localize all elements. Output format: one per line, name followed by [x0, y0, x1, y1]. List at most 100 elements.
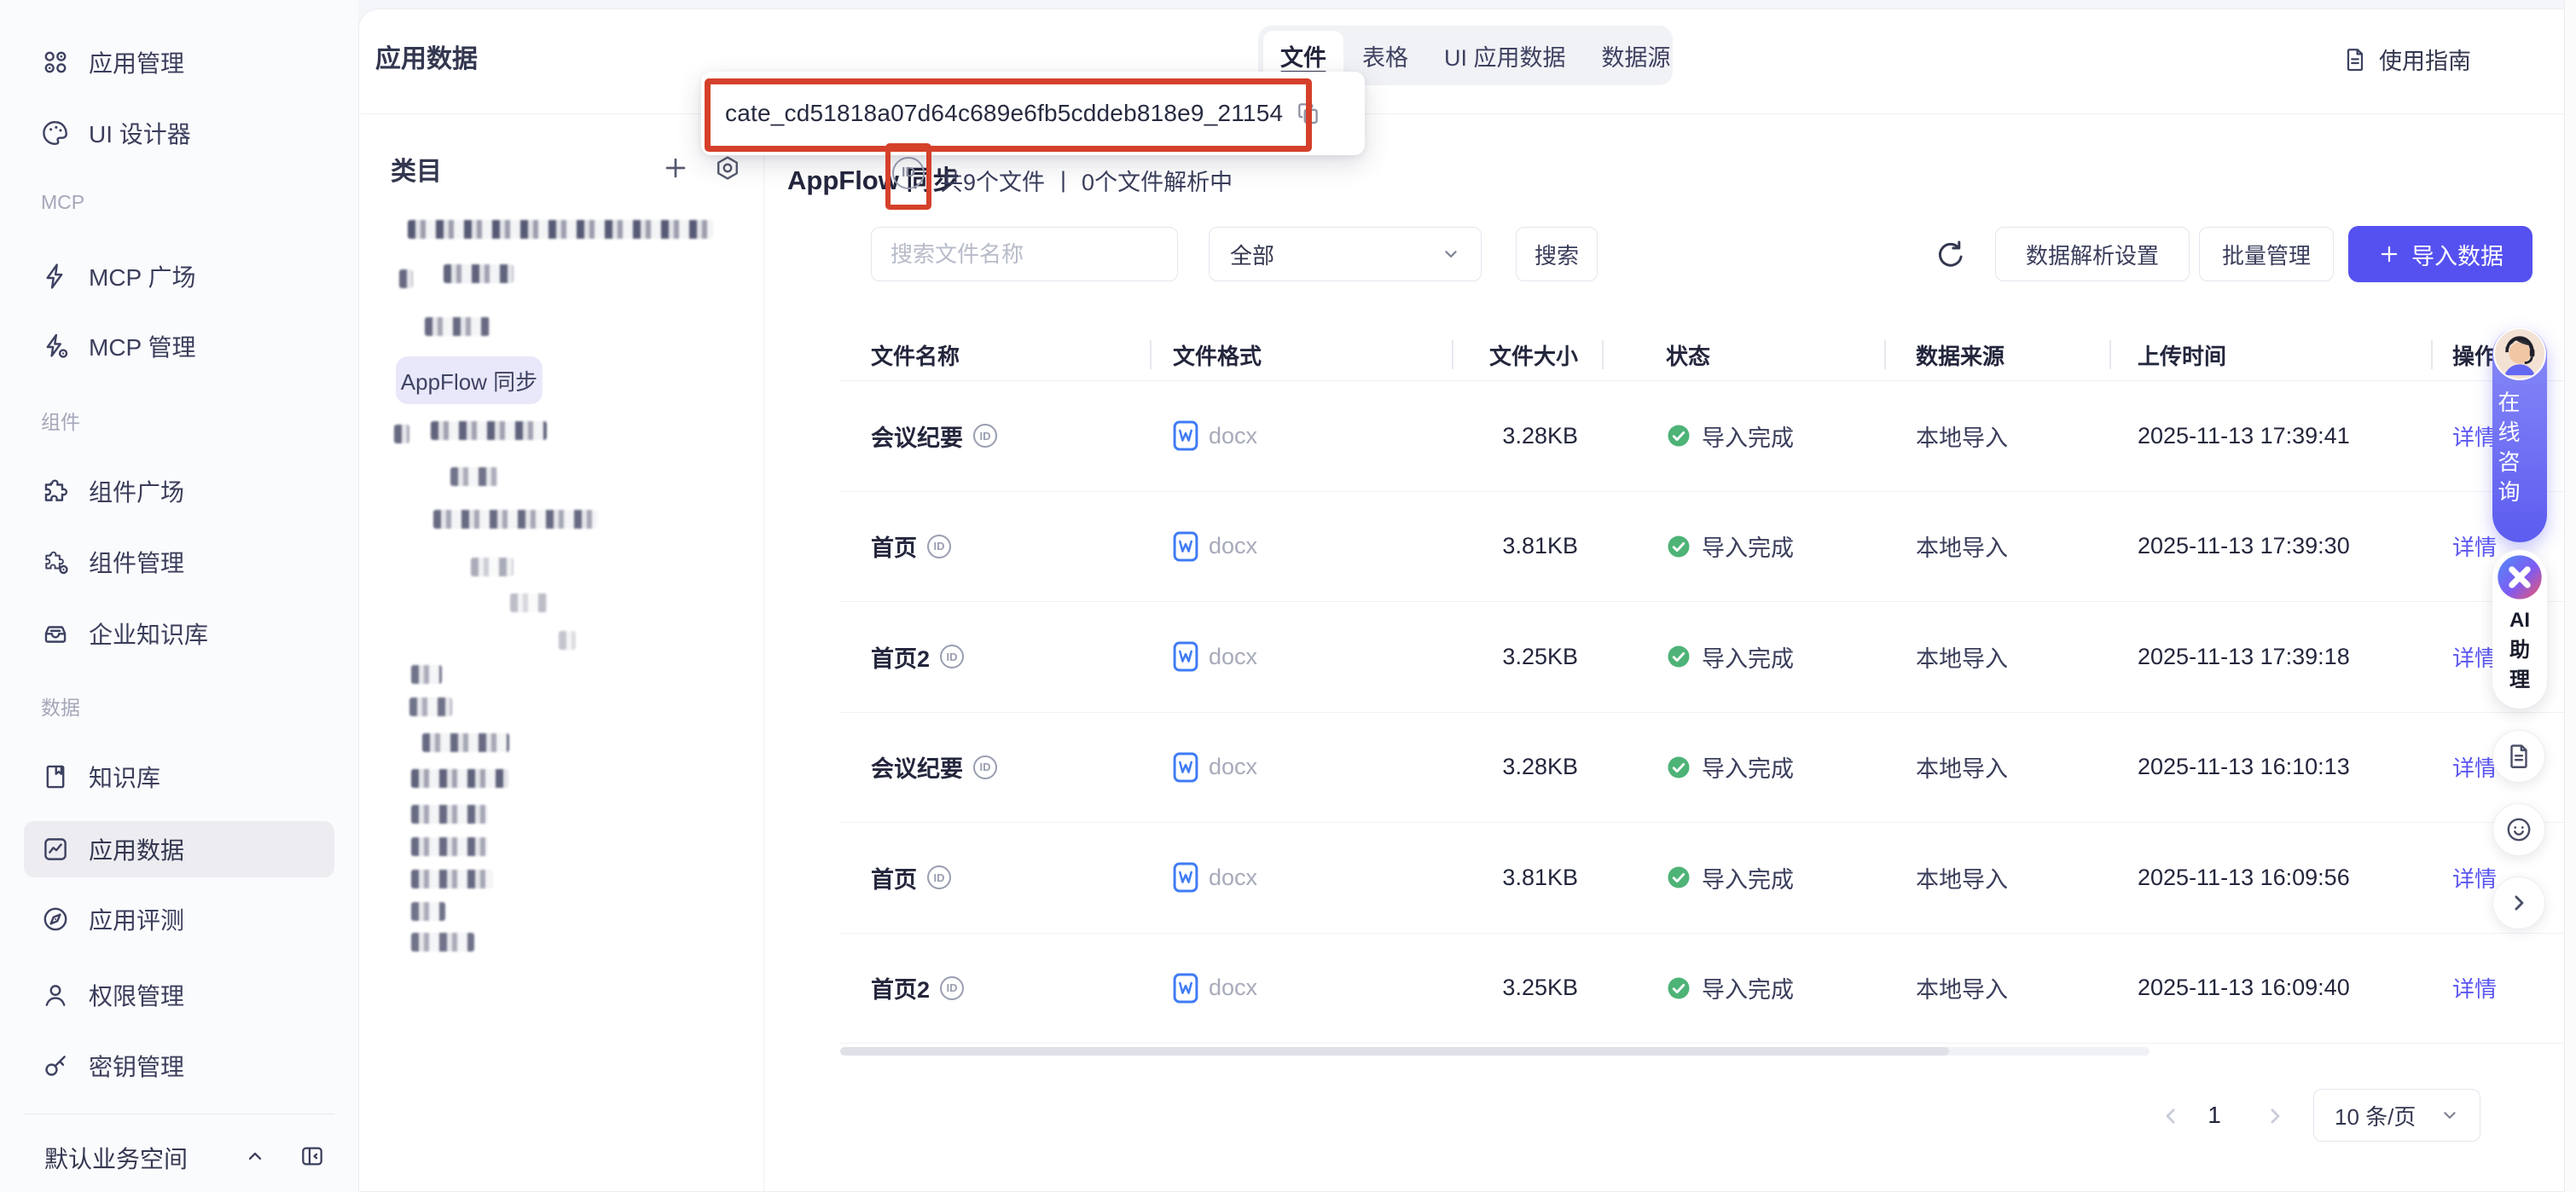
- status-success-icon: [1666, 755, 1691, 780]
- scrollbar-thumb[interactable]: [840, 1047, 1949, 1056]
- cell-file-size: 3.28KB: [1386, 713, 1578, 823]
- detail-link[interactable]: 详情: [2452, 751, 2497, 783]
- cell-status: 导入完成: [1666, 602, 1794, 712]
- sidebar-item-key-management[interactable]: 密钥管理: [24, 1038, 334, 1094]
- id-icon[interactable]: ID: [927, 534, 951, 558]
- next-page-icon[interactable]: [2260, 1102, 2289, 1131]
- copy-icon[interactable]: [1295, 100, 1322, 127]
- collapse-panel-icon[interactable]: [299, 1143, 326, 1170]
- ai-assistant-label-line: 助: [2509, 638, 2530, 662]
- ai-assistant-label: AI 助理: [2492, 606, 2547, 695]
- redacted-category-item[interactable]: [411, 769, 508, 788]
- column-header-4: 数据来源: [1916, 343, 2005, 369]
- sidebar-item-app-evaluation[interactable]: 应用评测: [24, 891, 334, 947]
- redacted-category-item[interactable]: [411, 805, 488, 824]
- redacted-category-item[interactable]: [422, 733, 509, 752]
- content-title: AppFlow 同步: [787, 165, 960, 195]
- collapse-widgets-button[interactable]: [2492, 877, 2545, 929]
- feedback-doc-button[interactable]: [2492, 730, 2545, 783]
- page-size-select[interactable]: 10 条/页: [2313, 1089, 2480, 1142]
- redacted-category-item[interactable]: [431, 421, 547, 440]
- document-icon: [2504, 742, 2533, 771]
- prev-page-icon[interactable]: [2156, 1102, 2185, 1131]
- sidebar-item-app-data[interactable]: 应用数据: [24, 821, 334, 877]
- sidebar-item-ui-designer[interactable]: UI 设计器: [24, 105, 334, 161]
- sidebar-item-permission-management[interactable]: 权限管理: [24, 967, 334, 1023]
- online-consult-button[interactable]: 在线咨询: [2492, 327, 2547, 542]
- cell-file-size: 3.81KB: [1386, 823, 1578, 933]
- redacted-category-item[interactable]: [409, 697, 452, 716]
- satisfaction-button[interactable]: [2492, 803, 2545, 856]
- category-settings-icon[interactable]: [713, 153, 742, 182]
- sidebar-item-app-management[interactable]: 应用管理: [24, 34, 334, 90]
- refresh-icon[interactable]: [1933, 237, 1969, 273]
- redacted-category-item[interactable]: [411, 837, 488, 856]
- usage-guide-button[interactable]: 使用指南: [2341, 43, 2471, 76]
- sidebar-item-mcp-management[interactable]: MCP 管理: [24, 318, 334, 374]
- id-icon[interactable]: ID: [973, 424, 997, 448]
- ai-assistant-button[interactable]: AI 助理: [2492, 550, 2547, 709]
- redacted-category-item[interactable]: [411, 902, 445, 921]
- batch-manage-button[interactable]: 批量管理: [2199, 227, 2334, 281]
- id-icon[interactable]: ID: [927, 865, 951, 890]
- chevron-up-icon[interactable]: [241, 1143, 269, 1170]
- import-data-label: 导入数据: [2411, 243, 2503, 269]
- detail-link[interactable]: 详情: [2452, 641, 2497, 673]
- detail-link[interactable]: 详情: [2452, 972, 2497, 1004]
- tab-3[interactable]: 数据源: [1585, 31, 1688, 80]
- redacted-category-item[interactable]: [411, 665, 442, 684]
- count-separator: |: [1060, 167, 1067, 193]
- status-success-icon: [1666, 423, 1691, 448]
- file-search-input[interactable]: [871, 227, 1178, 281]
- category-item-appflow[interactable]: AppFlow 同步: [396, 356, 542, 404]
- table-row: 首页 ID docx 3.81KB 导入完成 本地导入 2025-11-13 16:09:5…: [840, 823, 2576, 934]
- detail-link[interactable]: 详情: [2452, 862, 2497, 894]
- redacted-category-item[interactable]: [559, 631, 576, 650]
- browser-scrollbar[interactable]: [2564, 0, 2576, 1192]
- status-text: 导入完成: [1702, 866, 1794, 893]
- detail-link[interactable]: 详情: [2452, 530, 2497, 562]
- add-category-icon[interactable]: [661, 153, 690, 182]
- redacted-category-item[interactable]: [510, 593, 548, 612]
- cell-upload-time: 2025-11-13 17:39:41: [2138, 381, 2350, 491]
- sidebar-item-component-management[interactable]: 组件管理: [24, 534, 334, 590]
- sidebar-item-label: 组件管理: [89, 550, 185, 576]
- cell-status: 导入完成: [1666, 381, 1794, 491]
- redacted-category-item[interactable]: [471, 558, 513, 576]
- id-icon[interactable]: ID: [940, 975, 965, 1000]
- horizontal-scrollbar[interactable]: [840, 1047, 2150, 1056]
- redacted-category-item[interactable]: [408, 220, 713, 239]
- cell-upload-time: 2025-11-13 16:09:56: [2138, 823, 2350, 933]
- file-size-text: 3.28KB: [1502, 754, 1578, 780]
- parse-settings-button[interactable]: 数据解析设置: [1995, 227, 2190, 281]
- id-icon[interactable]: ID: [940, 645, 965, 669]
- status-success-icon: [1666, 865, 1691, 890]
- redacted-category-item[interactable]: [411, 870, 493, 888]
- sidebar-item-mcp-plaza[interactable]: MCP 广场: [24, 248, 334, 304]
- data-source-text: 本地导入: [1916, 866, 2008, 893]
- redacted-category-item[interactable]: [433, 510, 597, 529]
- chevron-right-icon: [2504, 888, 2533, 917]
- id-icon[interactable]: ID: [973, 755, 997, 779]
- sidebar-item-knowledge-base[interactable]: 知识库: [24, 749, 334, 805]
- redacted-category-item[interactable]: [425, 317, 490, 336]
- category-id-icon[interactable]: ID: [892, 157, 925, 189]
- page-number[interactable]: 1: [2194, 1090, 2235, 1141]
- search-button[interactable]: 搜索: [1516, 227, 1598, 281]
- redacted-category-item[interactable]: [399, 269, 413, 288]
- column-divider: [1150, 340, 1152, 369]
- redacted-category-item[interactable]: [450, 467, 498, 486]
- file-size-text: 3.81KB: [1502, 533, 1578, 559]
- sidebar-item-enterprise-knowledge-base[interactable]: 企业知识库: [24, 605, 334, 662]
- redacted-category-item[interactable]: [394, 425, 409, 443]
- import-data-button[interactable]: 导入数据: [2348, 226, 2532, 282]
- sidebar-item-label: 知识库: [89, 765, 161, 791]
- document-icon: [2341, 46, 2369, 73]
- tab-label: 表格: [1362, 44, 1408, 71]
- tab-2[interactable]: UI 应用数据: [1427, 31, 1583, 80]
- format-filter-select[interactable]: 全部: [1209, 227, 1482, 281]
- redacted-category-item[interactable]: [411, 933, 474, 952]
- sidebar-item-component-plaza[interactable]: 组件广场: [24, 463, 334, 519]
- redacted-category-item[interactable]: [444, 264, 513, 283]
- detail-link[interactable]: 详情: [2452, 420, 2497, 452]
